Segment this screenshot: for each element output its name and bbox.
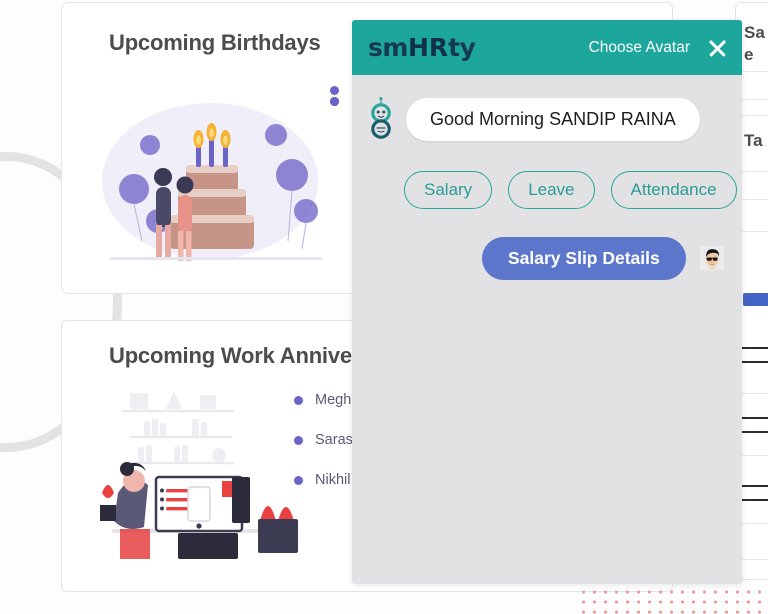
quick-action-attendance[interactable]: Attendance — [610, 171, 737, 209]
decorative-dot-pattern — [578, 585, 768, 614]
quick-action-buttons: Salary Leave Attendance — [404, 171, 737, 209]
chat-header: sm HR ty Choose Avatar — [352, 20, 742, 75]
salary-slip-details-button[interactable]: Salary Slip Details — [482, 236, 686, 280]
bot-greeting-message: Good Morning SANDIP RAINA — [406, 97, 700, 141]
right-card-title-line1: Sa — [744, 23, 765, 42]
user-avatar-sunglasses-icon[interactable] — [699, 236, 724, 280]
choose-avatar-button[interactable]: Choose Avatar — [589, 39, 690, 57]
chat-widget: sm HR ty Choose Avatar Good Morning SAND… — [352, 20, 742, 584]
status-badge — [743, 293, 768, 306]
birthday-cake-illustration — [102, 103, 322, 261]
chat-header-actions: Choose Avatar — [589, 37, 728, 59]
bot-message-row: Good Morning SANDIP RAINA — [366, 97, 724, 141]
smhrty-logo: sm HR ty — [368, 33, 476, 62]
logo-suffix: ty — [448, 33, 476, 62]
chat-body: Good Morning SANDIP RAINA Salary Leave A… — [352, 75, 742, 584]
close-icon[interactable] — [706, 37, 728, 59]
right-card-title-line2: e — [744, 45, 754, 64]
work-desk-illustration — [100, 391, 298, 559]
right-card-title-line3: Ta — [744, 131, 763, 150]
app-root: Upcoming Birthdays Upcoming Work Anniver… — [0, 0, 768, 614]
quick-action-salary[interactable]: Salary — [404, 171, 493, 209]
robot-avatar-icon — [371, 97, 391, 139]
quick-action-leave[interactable]: Leave — [508, 171, 595, 209]
primary-action-row: Salary Slip Details — [482, 236, 724, 280]
birthday-list — [330, 81, 351, 106]
logo-prefix: sm — [368, 33, 408, 62]
logo-highlight: HR — [407, 33, 449, 62]
page-title: Upcoming Birthdays — [109, 30, 321, 55]
